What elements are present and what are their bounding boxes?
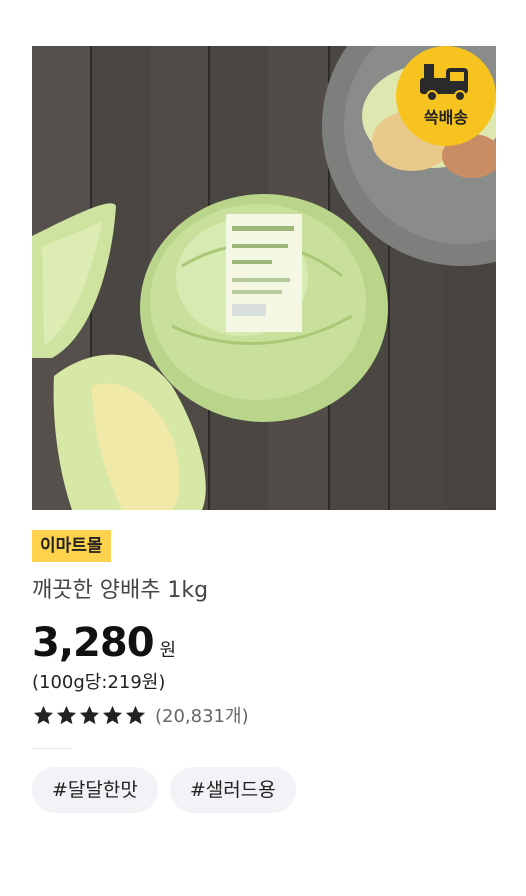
star-rating <box>32 704 147 727</box>
product-card[interactable]: 쓱배송 이마트몰 깨끗한 양배추 1kg 3,280 원 (100g당:219원… <box>32 46 496 813</box>
hashtag-chip[interactable]: #달달한맛 <box>32 767 158 813</box>
star-icon <box>125 705 146 724</box>
product-image[interactable]: 쓱배송 <box>32 46 496 510</box>
badge-label: 쓱배송 <box>423 108 469 127</box>
rating-row: (20,831개) <box>32 702 496 728</box>
divider <box>32 748 72 749</box>
unit-price: (100g당:219원) <box>32 672 166 693</box>
currency-label: 원 <box>159 640 177 661</box>
star-icon <box>102 705 123 724</box>
hashtag-list: #달달한맛 #샐러드용 <box>32 767 496 813</box>
price-row: 3,280 원 <box>32 620 496 666</box>
review-count: (20,831개) <box>155 706 249 727</box>
star-icon <box>56 705 77 724</box>
hashtag-chip[interactable]: #샐러드용 <box>169 767 296 813</box>
star-icon <box>33 705 54 724</box>
price: 3,280 <box>32 620 155 666</box>
delivery-truck-icon <box>420 64 468 102</box>
star-icon <box>79 705 100 724</box>
product-title[interactable]: 깨끗한 양배추 1kg <box>32 576 496 606</box>
ssg-delivery-badge: 쓱배송 <box>396 46 496 146</box>
seller-tag: 이마트몰 <box>32 530 111 562</box>
